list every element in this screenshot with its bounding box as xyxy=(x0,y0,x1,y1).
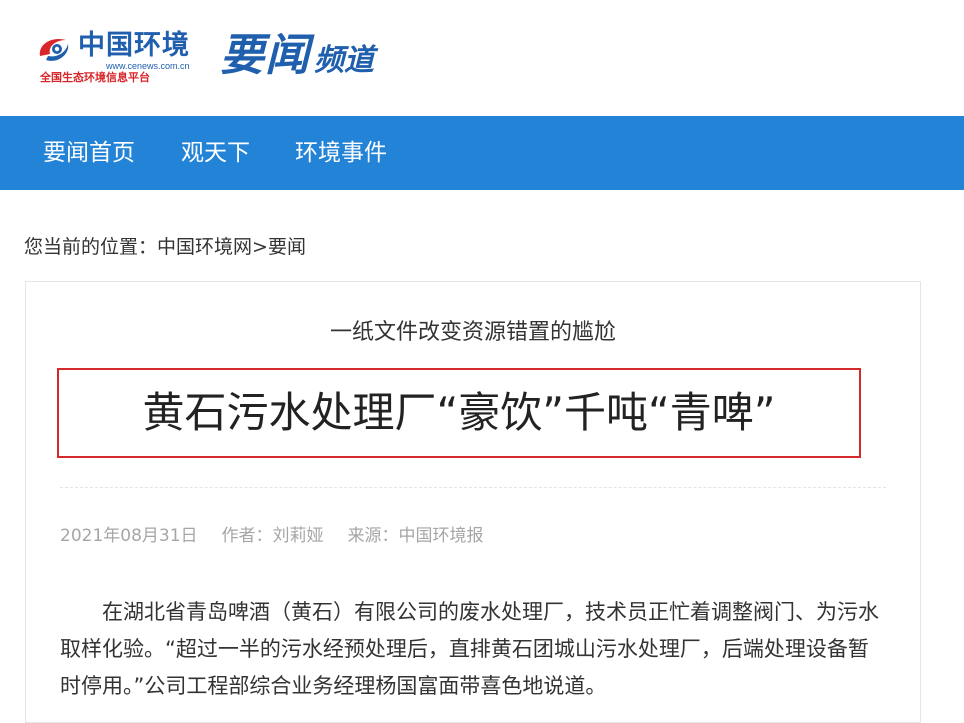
site-logo[interactable]: 中国环境 www.cenews.com.cn 全国生态环境信息平台 xyxy=(36,30,206,86)
article-divider xyxy=(60,487,886,488)
breadcrumb-current-link[interactable]: 要闻 xyxy=(268,236,306,258)
breadcrumb-home-link[interactable]: 中国环境网 xyxy=(157,236,252,258)
headline-highlight-box: 黄石污水处理厂“豪饮”千吨“青啤” xyxy=(57,368,861,458)
main-nav: 要闻首页 观天下 环境事件 xyxy=(0,116,964,190)
nav-item-news-home[interactable]: 要闻首页 xyxy=(43,116,135,190)
nav-item-environment-events[interactable]: 环境事件 xyxy=(295,116,387,190)
breadcrumb: 您当前的位置：中国环境网>要闻 xyxy=(24,234,306,260)
article-author: 作者：刘莉娅 xyxy=(221,526,324,546)
article-headline: 黄石污水处理厂“豪饮”千吨“青啤” xyxy=(142,388,776,437)
logo-swirl-icon xyxy=(39,38,69,61)
channel-title-main: 要闻 xyxy=(220,30,310,81)
article-subtitle: 一纸文件改变资源错置的尴尬 xyxy=(329,320,616,345)
breadcrumb-separator: > xyxy=(252,236,268,258)
site-header: 中国环境 www.cenews.com.cn 全国生态环境信息平台 要闻 频道 xyxy=(0,0,964,116)
article-source: 来源：中国环境报 xyxy=(347,526,484,546)
channel-title-sub: 频道 xyxy=(314,43,374,78)
channel-title: 要闻 频道 xyxy=(220,28,374,89)
logo-name: 中国环境 xyxy=(78,30,190,61)
article-paragraph: 在湖北省青岛啤酒（黄石）有限公司的废水处理厂，技术员正忙着调整阀门、为污水取样化… xyxy=(60,600,879,698)
nav-item-world[interactable]: 观天下 xyxy=(181,116,250,190)
article-container: 一纸文件改变资源错置的尴尬 黄石污水处理厂“豪饮”千吨“青啤” 2021年08月… xyxy=(25,281,921,723)
article-date: 2021年08月31日 xyxy=(60,526,198,546)
logo-url: www.cenews.com.cn xyxy=(106,61,190,71)
article-meta: 2021年08月31日 作者：刘莉娅 来源：中国环境报 xyxy=(60,524,508,548)
breadcrumb-prefix: 您当前的位置： xyxy=(24,236,158,258)
logo-slogan: 全国生态环境信息平台 xyxy=(40,71,150,84)
